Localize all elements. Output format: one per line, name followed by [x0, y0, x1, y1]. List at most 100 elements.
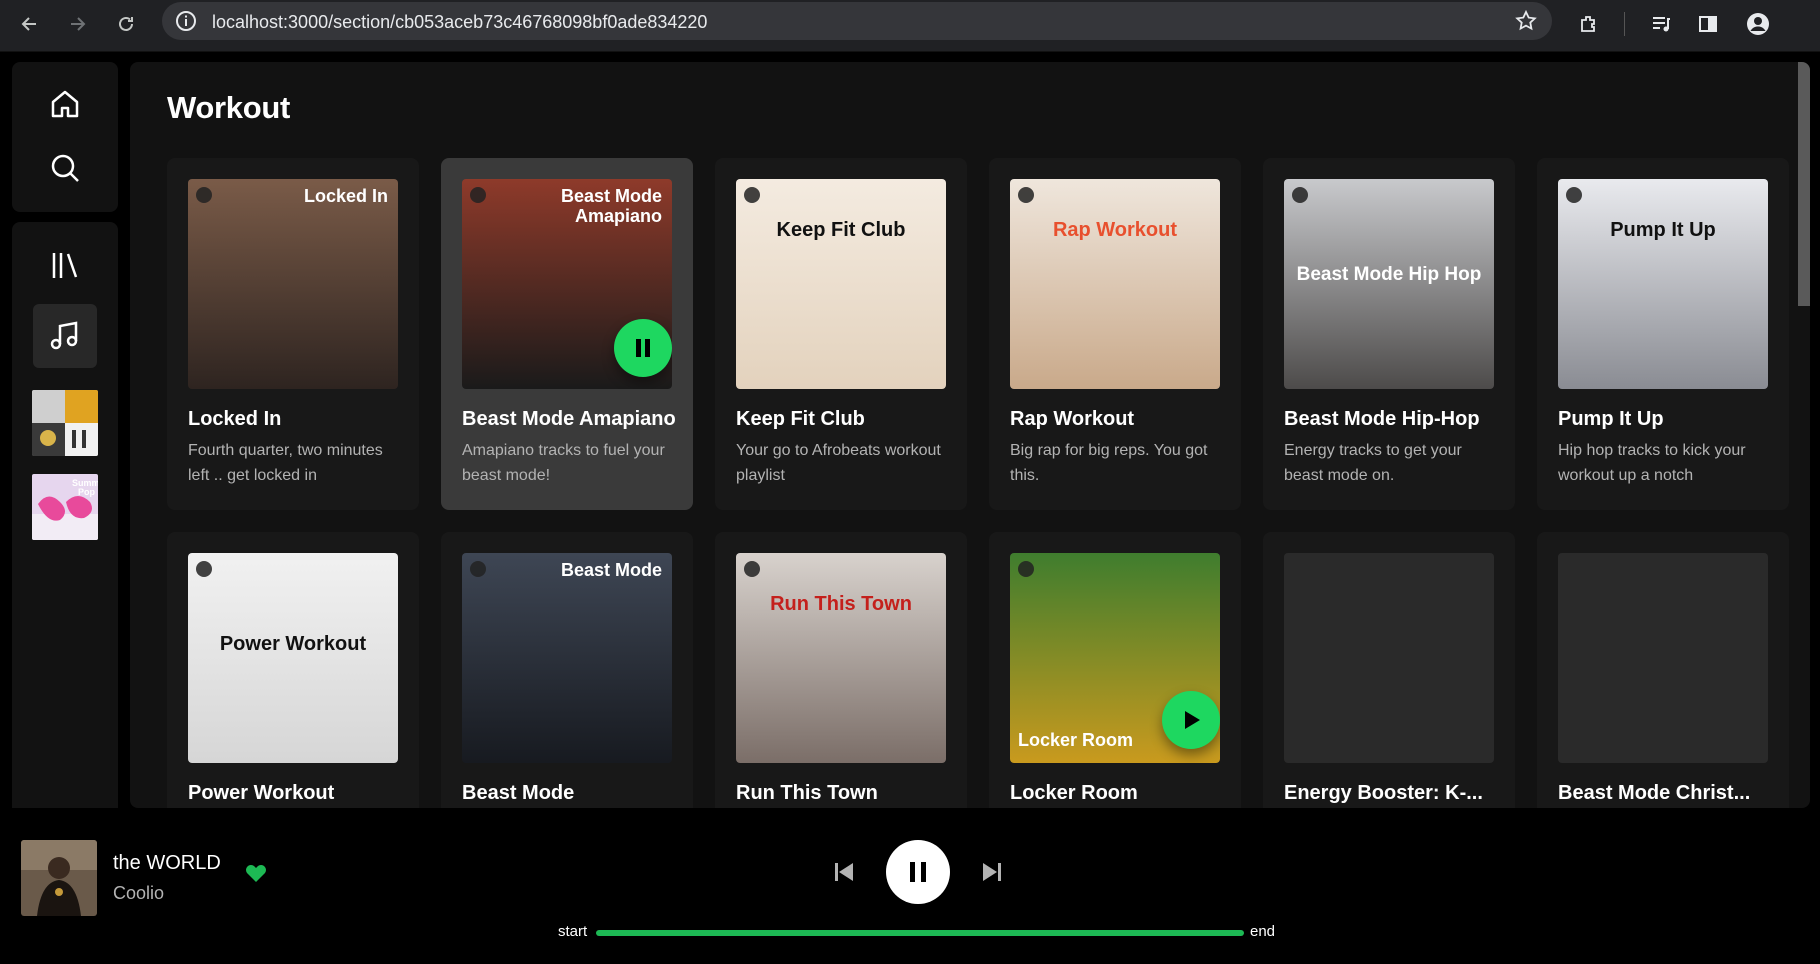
playlist-cover[interactable]: Pump It Up — [1558, 179, 1768, 389]
spotify-logo-icon — [1292, 187, 1308, 203]
spotify-logo-icon — [1018, 187, 1034, 203]
cover-text: Pump It Up — [1610, 219, 1716, 241]
now-playing-bar: the WORLD Coolio start end — [0, 808, 1820, 964]
next-icon — [983, 863, 1001, 881]
playlist-description: Fourth quarter, two minutes left .. get … — [188, 442, 383, 484]
cover-text: Beast Mode Amapiano — [560, 186, 662, 226]
cover-text: Rap Workout — [1052, 219, 1178, 241]
playlist-description: Hip hop tracks to kick your workout up a… — [1558, 442, 1746, 484]
playlist-card[interactable]: Rap Workout Rap Workout Big rap for big re… — [989, 158, 1241, 510]
playlist-cover[interactable]: Keep Fit Club — [736, 179, 946, 389]
sidebar-playlist-thumb-2[interactable]: SummerPop — [32, 474, 98, 540]
playlist-card[interactable]: Run This Town Run This Town — [715, 532, 967, 808]
playlist-title[interactable]: Beast Mode — [462, 782, 682, 805]
url-text: localhost:3000/section/cb053aceb73c46768… — [212, 12, 708, 32]
playlist-cover[interactable]: Beast Mode — [462, 553, 672, 763]
info-icon[interactable] — [174, 9, 198, 33]
playlist-title[interactable]: Energy Booster: K-... — [1284, 782, 1504, 805]
playlist-cover[interactable]: Beast Mode Amapiano — [462, 179, 672, 389]
next-button[interactable] — [974, 854, 1010, 890]
playlist-card[interactable]: Locker Room Locker Room — [989, 532, 1241, 808]
sidebar-item-liked[interactable] — [33, 304, 97, 368]
progress-fill — [596, 930, 1244, 936]
sidebar-playlist-thumb-1[interactable] — [32, 390, 98, 456]
playlist-title[interactable]: Pump It Up — [1558, 408, 1778, 431]
playlist-title[interactable]: Locked In — [188, 408, 408, 431]
side-panel-button[interactable] — [1692, 8, 1724, 40]
playlist-title[interactable]: Locker Room — [1010, 782, 1230, 805]
playlist-card[interactable]: Pump It Up Pump It Up Hip hop tracks to ki… — [1537, 158, 1789, 510]
playlist-cover[interactable]: Locker Room — [1010, 553, 1220, 763]
playlist-card[interactable]: Keep Fit Club Keep Fit Club Your go to Afr… — [715, 158, 967, 510]
media-controls-button[interactable] — [1645, 8, 1677, 40]
playlist-card[interactable]: Power Workout Power Workout — [167, 532, 419, 808]
cover-text: Beast Mode — [560, 560, 662, 580]
playlist-cover[interactable]: Locked In — [188, 179, 398, 389]
progress-bar[interactable] — [596, 930, 1244, 936]
playlist-description: Your go to Afrobeats workout playlist — [736, 442, 941, 484]
playlist-cover[interactable]: Run This Town — [736, 553, 946, 763]
search-button[interactable] — [45, 148, 85, 188]
like-button[interactable] — [244, 862, 268, 889]
address-bar[interactable]: localhost:3000/section/cb053aceb73c46768… — [162, 2, 1552, 40]
playlist-cover[interactable] — [1284, 553, 1494, 763]
play-pause-button[interactable] — [886, 840, 950, 904]
cover-text: Locked In — [303, 186, 388, 206]
profile-button[interactable] — [1742, 8, 1774, 40]
music-note-icon — [50, 321, 78, 350]
cover-text: Keep Fit Club — [776, 219, 906, 241]
spotify-logo-icon — [1018, 561, 1034, 577]
playlist-card[interactable]: Beast Mode Christ... — [1537, 532, 1789, 808]
progress-start-label: start — [558, 923, 588, 940]
spotify-logo-icon — [470, 561, 486, 577]
track-artist[interactable]: Coolio — [113, 883, 164, 904]
scrollbar[interactable] — [1798, 62, 1810, 306]
spotify-logo-icon — [1566, 187, 1582, 203]
playlist-cover[interactable]: Rap Workout — [1010, 179, 1220, 389]
back-icon — [21, 17, 36, 31]
pause-button[interactable] — [614, 319, 672, 377]
playlist-title[interactable]: Beast Mode Amapiano — [462, 408, 682, 431]
progress-end-label: end — [1250, 923, 1276, 940]
playlist-title[interactable]: Run This Town — [736, 782, 956, 805]
browser-toolbar: localhost:3000/section/cb053aceb73c46768… — [0, 0, 1820, 52]
playlist-title[interactable]: Power Workout — [188, 782, 408, 805]
playlist-title[interactable]: Rap Workout — [1010, 408, 1230, 431]
cover-text: Power Workout — [219, 633, 367, 655]
library-button[interactable] — [45, 245, 85, 285]
forward-icon — [71, 17, 86, 31]
play-button[interactable] — [1162, 691, 1220, 749]
reload-button[interactable] — [110, 8, 142, 40]
play-icon — [1185, 711, 1200, 729]
back-button[interactable] — [14, 8, 46, 40]
playlist-description: Energy tracks to get your beast mode on. — [1284, 442, 1462, 484]
heart-icon — [246, 865, 266, 882]
main-view: Workout Locked In Locked In Fourth quarter… — [130, 62, 1810, 808]
album-art — [21, 840, 97, 916]
playlist-card[interactable]: Beast Mode Beast Mode — [441, 532, 693, 808]
playlist-cover[interactable]: Beast Mode Hip Hop — [1284, 179, 1494, 389]
track-cover[interactable] — [21, 840, 97, 916]
home-button[interactable] — [45, 84, 85, 124]
playlist-card[interactable]: Beast Mode Amapiano Beast Mode Amapiano Am… — [441, 158, 693, 510]
cover-text: Locker Room — [1018, 730, 1134, 751]
playlist-title[interactable]: Beast Mode Hip-Hop — [1284, 408, 1504, 431]
spotify-logo-icon — [470, 187, 486, 203]
extensions-button[interactable] — [1573, 8, 1605, 40]
playlist-title[interactable]: Beast Mode Christ... — [1558, 782, 1778, 805]
track-title[interactable]: the WORLD — [113, 852, 221, 875]
media-icon — [1653, 17, 1670, 32]
cover-text: Beast Mode Hip Hop — [1296, 264, 1482, 285]
playlist-cover[interactable]: Power Workout — [188, 553, 398, 763]
playlist-title[interactable]: Keep Fit Club — [736, 408, 956, 431]
previous-button[interactable] — [826, 854, 862, 890]
playlist-card[interactable]: Beast Mode Hip Hop Beast Mode Hip-Hop Ener… — [1263, 158, 1515, 510]
playlist-card[interactable]: Energy Booster: K-... — [1263, 532, 1515, 808]
playlist-cover — [32, 390, 98, 456]
star-icon[interactable] — [1514, 9, 1538, 33]
forward-button[interactable] — [61, 8, 93, 40]
playlist-card[interactable]: Locked In Locked In Fourth quarter, two mi… — [167, 158, 419, 510]
spotify-logo-icon — [196, 187, 212, 203]
playlist-cover[interactable] — [1558, 553, 1768, 763]
sidepanel-icon — [1699, 16, 1717, 32]
